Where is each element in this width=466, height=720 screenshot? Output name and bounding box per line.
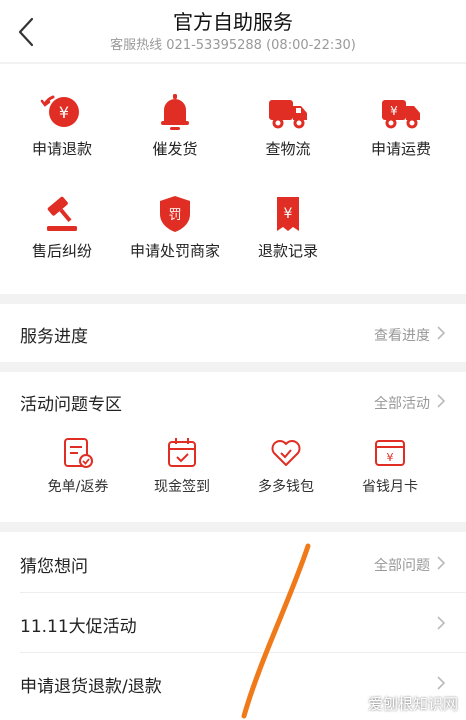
service-label: 申请退款 [31,140,92,158]
faq-header-row[interactable]: 猜您想问 全部问题 [0,534,466,592]
view-progress-link[interactable]: 查看进度 [374,325,430,345]
progress-title: 服务进度 [20,327,88,347]
yuan-card-icon: ¥ [375,440,405,466]
faq-title: 猜您想问 [20,557,88,577]
activity-title: 活动问题专区 [20,395,122,415]
heart-wallet-icon [271,440,301,466]
service-refund-records[interactable]: ¥ 退款记录 [230,194,346,261]
service-track-logistics[interactable]: 查物流 [230,92,346,159]
service-label: 申请处罚商家 [129,242,220,260]
chevron-right-icon [437,326,446,340]
service-label: 申请运费 [370,140,431,158]
svg-text:¥: ¥ [390,104,398,118]
chevron-right-icon [437,394,446,408]
chevron-right-icon [437,616,446,630]
all-activities-link[interactable]: 全部活动 [374,393,430,413]
activity-section: 活动问题专区 全部活动 免单/返券 现金签到 多多钱包 ¥ 省钱月卡 [0,372,466,522]
page-title: 官方自助服务 [173,10,293,34]
penalty-shield-icon: 罚 [160,196,190,232]
calendar-check-icon [168,438,196,467]
freight-truck-icon: ¥ [382,100,420,129]
svg-text:¥: ¥ [284,206,293,222]
coupon-icon [64,438,93,468]
service-label: 售后纠纷 [31,242,92,260]
svg-text:¥: ¥ [59,103,69,122]
divider [20,652,466,653]
activity-label: 现金签到 [154,479,210,495]
activity-label: 多多钱包 [258,479,314,495]
service-refund[interactable]: ¥ 申请退款 [4,92,120,159]
faq-item-label: 申请退货退款/退款 [20,677,162,697]
service-after-sale-dispute[interactable]: 售后纠纷 [4,194,120,261]
bell-icon [161,94,189,130]
refund-record-icon: ¥ [277,197,299,231]
activity-wallet[interactable]: 多多钱包 [228,436,344,496]
header: 官方自助服务 客服热线 021-53395288 (08:00-22:30) [0,0,466,62]
service-label: 退款记录 [257,242,318,260]
faq-item[interactable]: 11.11大促活动 [0,594,466,652]
gavel-icon [47,196,77,231]
chevron-right-icon [437,556,446,570]
svg-text:罚: 罚 [168,208,181,223]
faq-section: 猜您想问 全部问题 11.11大促活动 申请退货退款/退款 [0,532,466,720]
service-urge-shipping[interactable]: 催发货 [117,92,233,159]
service-progress-row[interactable]: 服务进度 查看进度 [0,304,466,362]
hotline-text: 客服热线 021-53395288 (08:00-22:30) [110,38,356,53]
all-questions-link[interactable]: 全部问题 [374,555,430,575]
truck-icon [269,100,307,129]
svg-text:¥: ¥ [387,451,394,464]
activity-label: 免单/返券 [47,479,109,495]
activity-label: 省钱月卡 [362,479,418,495]
service-penalize-merchant[interactable]: 罚 申请处罚商家 [117,194,233,261]
service-apply-freight[interactable]: ¥ 申请运费 [343,92,459,159]
activity-header-row[interactable]: 活动问题专区 全部活动 [0,372,466,430]
activity-free-order[interactable]: 免单/返券 [20,436,136,496]
watermark: 爱刨根知识网 [367,695,458,713]
chevron-right-icon [437,676,446,690]
divider [20,592,466,593]
activity-monthly-card[interactable]: ¥ 省钱月卡 [332,436,448,496]
service-grid: ¥ 申请退款 催发货 查物流 ¥ 申请运费 售后纠纷 罚 申请处罚商家 ¥ 退款… [0,64,466,294]
service-label: 催发货 [152,140,198,158]
activity-cash-checkin[interactable]: 现金签到 [124,436,240,496]
refund-icon: ¥ [40,95,79,127]
service-label: 查物流 [265,140,311,158]
faq-item-label: 11.11大促活动 [20,617,137,637]
